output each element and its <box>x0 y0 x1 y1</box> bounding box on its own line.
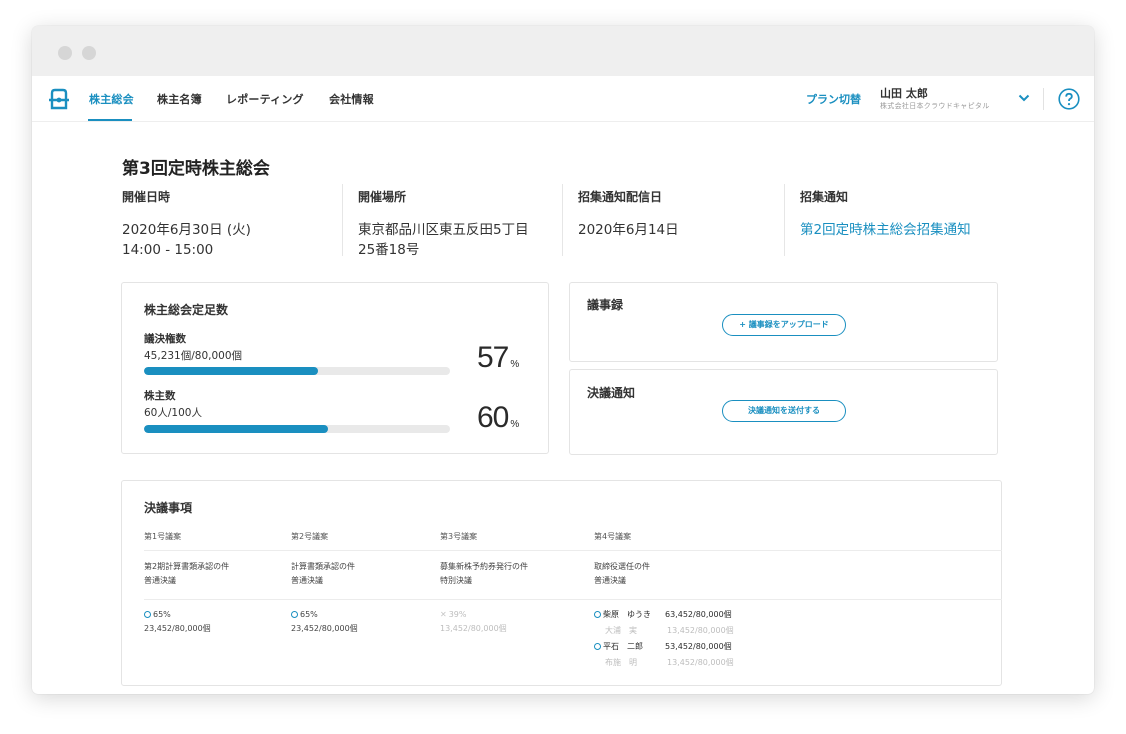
nav-tab-reporting[interactable]: レポーティング <box>226 91 304 107</box>
candidate-row: 布施 明 13,452/80,000個 <box>605 658 734 667</box>
table-divider <box>144 599 1002 600</box>
voting-rights-progress-fill <box>144 367 319 375</box>
voting-rights-label: 議決権数 <box>144 333 186 345</box>
top-navbar: 株主総会 株主名簿 レポーティング 会社情報 プラン切替 山田 太郎 株式会社日… <box>32 76 1094 122</box>
meeting-date-value: 2020年6月30日 (火) 14:00 - 15:00 <box>122 220 251 260</box>
nav-divider <box>1043 88 1044 110</box>
proposal-1-header: 第1号議案 <box>144 532 182 541</box>
candidate-row: 大浦 実 13,452/80,000個 <box>605 626 734 635</box>
active-tab-indicator <box>88 119 132 121</box>
resolutions-card: 決議事項 第1号議案 第2号議案 第3号議案 第4号議案 第2期計算書類承認の件… <box>121 480 1002 686</box>
venue-line: 25番18号 <box>358 242 420 258</box>
quorum-card: 株主総会定足数 議決権数 45,231個/80,000個 57% 株主数 60人… <box>121 282 549 454</box>
voting-rights-percent: 57% <box>477 341 520 374</box>
approved-circle-icon <box>594 611 601 618</box>
approved-circle-icon <box>291 611 298 618</box>
user-company: 株式会社日本クラウドキャピタル <box>880 102 990 110</box>
proposal-2-result: 65% 23,452/80,000個 <box>291 610 358 633</box>
candidate-row: 平石 二郎 53,452/80,000個 <box>594 640 732 654</box>
table-divider <box>144 550 1002 551</box>
quorum-title: 株主総会定足数 <box>144 303 229 317</box>
upload-minutes-button[interactable]: + 議事録をアップロード <box>722 314 846 336</box>
proposal-1-result: 65% 23,452/80,000個 <box>144 610 211 633</box>
resolution-notice-card: 決議通知 決議通知を送付する <box>569 369 998 455</box>
app-window: 株主総会 株主名簿 レポーティング 会社情報 プラン切替 山田 太郎 株式会社日… <box>32 26 1094 694</box>
notice-link[interactable]: 第2回定時株主総会招集通知 <box>800 220 971 240</box>
shareholder-count-progress-fill <box>144 425 328 433</box>
help-icon[interactable] <box>1058 88 1080 110</box>
page-title: 第3回定時株主総会 <box>122 159 270 179</box>
app-logo-icon[interactable] <box>48 88 70 110</box>
info-divider <box>784 184 785 256</box>
meeting-date-line: 2020年6月30日 (火) <box>122 222 251 238</box>
plan-switch-link[interactable]: プラン切替 <box>806 91 861 107</box>
notice-label: 招集通知 <box>800 190 849 204</box>
nav-tab-company-info[interactable]: 会社情報 <box>329 91 374 107</box>
shareholder-count-label: 株主数 <box>144 390 176 402</box>
shareholder-count-percent: 60% <box>477 401 520 434</box>
proposal-3-result: ✕ 39% 13,452/80,000個 <box>440 610 507 633</box>
notice-date-value: 2020年6月14日 <box>578 222 679 238</box>
minutes-card: 議事録 + 議事録をアップロード <box>569 282 998 362</box>
proposal-1-subject: 第2期計算書類承認の件 普通決議 <box>144 562 230 585</box>
window-control-minimize[interactable] <box>82 46 96 60</box>
nav-tab-shareholder-register[interactable]: 株主名簿 <box>157 91 202 107</box>
approved-circle-icon <box>144 611 151 618</box>
proposal-3-header: 第3号議案 <box>440 532 478 541</box>
info-divider <box>562 184 563 256</box>
meeting-venue-label: 開催場所 <box>358 190 407 204</box>
send-resolution-notice-button[interactable]: 決議通知を送付する <box>722 400 846 422</box>
nav-tab-shareholder-meeting[interactable]: 株主総会 <box>89 91 134 107</box>
meeting-date-label: 開催日時 <box>122 190 171 204</box>
proposal-3-subject: 募集新株予約券発行の件 特別決議 <box>440 562 528 585</box>
shareholder-count-progress <box>144 425 450 433</box>
resolution-notice-title: 決議通知 <box>587 386 636 400</box>
proposal-2-header: 第2号議案 <box>291 532 329 541</box>
user-name[interactable]: 山田 太郎 <box>880 85 928 101</box>
info-divider <box>342 184 343 256</box>
minutes-title: 議事録 <box>587 298 624 312</box>
voting-rights-value: 45,231個/80,000個 <box>144 350 243 362</box>
approved-circle-icon <box>594 643 601 650</box>
voting-rights-progress <box>144 367 450 375</box>
notice-date-label: 招集通知配信日 <box>578 190 663 204</box>
proposal-4-subject: 取締役選任の件 普通決議 <box>594 562 650 585</box>
rejected-cross-icon: ✕ <box>440 610 447 619</box>
venue-line: 東京都品川区東五反田5丁目 <box>358 222 529 238</box>
proposal-2-subject: 計算書類承認の件 普通決議 <box>291 562 355 585</box>
window-control-close[interactable] <box>58 46 72 60</box>
chevron-down-icon[interactable] <box>1018 93 1030 103</box>
meeting-time-line: 14:00 - 15:00 <box>122 242 214 258</box>
resolutions-title: 決議事項 <box>144 501 193 515</box>
shareholder-count-value: 60人/100人 <box>144 407 202 419</box>
candidate-row: 柴原 ゆうき 63,452/80,000個 <box>594 608 732 622</box>
proposal-4-header: 第4号議案 <box>594 532 632 541</box>
window-titlebar <box>32 26 1094 76</box>
meeting-venue-value: 東京都品川区東五反田5丁目 25番18号 <box>358 220 529 260</box>
